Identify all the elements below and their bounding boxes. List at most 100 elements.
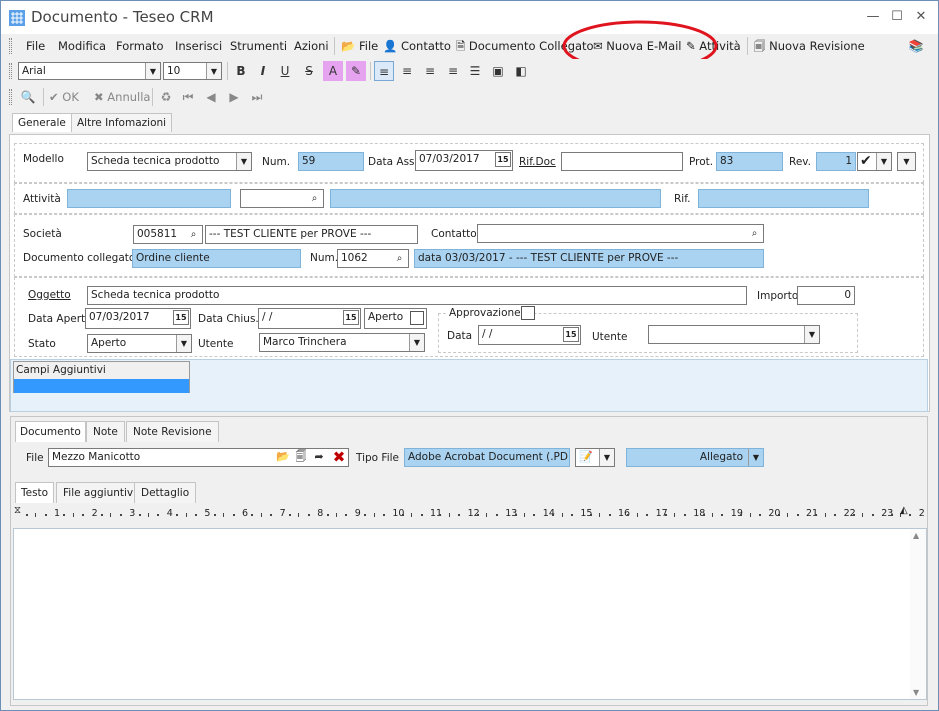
doc-collegato-field[interactable]: Ordine cliente	[132, 249, 301, 268]
rev-dropdown[interactable]: ▼	[897, 152, 916, 171]
contatto-field[interactable]: ⌕	[477, 224, 764, 243]
send-file-icon[interactable]: ➦	[311, 447, 327, 467]
bold-button[interactable]: B	[231, 61, 251, 81]
lookup-icon[interactable]: ⌕	[307, 191, 322, 206]
font-select[interactable]: Arial ▼	[18, 62, 161, 80]
doc-desc-field[interactable]: data 03/03/2017 - --- TEST CLIENTE per P…	[414, 249, 764, 268]
indent-marker-icon[interactable]: ⧖	[14, 505, 21, 516]
data-chius-field[interactable]: / /15	[258, 308, 361, 329]
approvazione-checkbox[interactable]	[521, 306, 535, 320]
allegato-select[interactable]: Allegato ▼	[626, 448, 764, 467]
last-record-icon[interactable]: ⏭	[247, 87, 267, 107]
menu-inserisci[interactable]: Inserisci	[175, 39, 222, 53]
tab-dettaglio[interactable]: Dettaglio	[134, 482, 197, 503]
calendar-icon[interactable]: 15	[343, 310, 359, 325]
menu-formato[interactable]: Formato	[116, 39, 164, 53]
tab-documento[interactable]: Documento	[15, 421, 86, 442]
num-field[interactable]: 59	[298, 152, 364, 171]
align-center-icon[interactable]: ≡	[397, 61, 417, 81]
lookup-icon[interactable]: ⌕	[747, 226, 762, 241]
highlight-button[interactable]: ✎	[346, 61, 366, 81]
justify-icon[interactable]: ≡	[443, 61, 463, 81]
rif-field[interactable]	[698, 189, 869, 208]
chevron-down-icon[interactable]: ▼	[876, 153, 891, 170]
chevron-down-icon[interactable]: ▼	[898, 153, 915, 170]
aperto-checkbox[interactable]	[410, 311, 424, 325]
align-left-icon[interactable]: ≡	[374, 61, 394, 81]
tab-altre-informazioni[interactable]: Altre Infomazioni	[71, 113, 173, 132]
tipo-file-field[interactable]: Adobe Acrobat Document (.PDF)	[404, 448, 570, 467]
chevron-down-icon[interactable]: ▼	[236, 153, 251, 170]
menu-azioni[interactable]: Azioni	[294, 39, 329, 53]
right-indent-marker-icon[interactable]: ◭	[900, 505, 908, 516]
edit-file-button[interactable]: 📝 ▼	[575, 448, 615, 467]
action-nuova-revisione-button[interactable]: 🗐 Nuova Revisione	[754, 39, 865, 58]
action-file-button[interactable]: 📂 File	[341, 39, 378, 53]
chevron-down-icon[interactable]: ▼	[176, 335, 191, 352]
chevron-down-icon[interactable]: ▼	[145, 63, 160, 79]
data-ass-field[interactable]: 07/03/2017 15	[415, 150, 513, 171]
chevron-down-icon[interactable]: ▼	[804, 326, 819, 343]
stato-select[interactable]: Aperto ▼	[87, 334, 192, 353]
attivita-field[interactable]	[67, 189, 231, 208]
previous-record-icon[interactable]: ◀	[201, 87, 221, 107]
chevron-down-icon[interactable]: ▼	[748, 449, 763, 466]
menu-strumenti[interactable]: Strumenti	[230, 39, 287, 53]
chevron-down-icon[interactable]: ▼	[206, 63, 221, 79]
close-button[interactable]: ✕	[911, 7, 931, 27]
action-contatto-button[interactable]: 👤 Contatto	[383, 39, 451, 53]
campi-aggiuntivi-row[interactable]	[14, 379, 189, 393]
calendar-icon[interactable]: 15	[173, 310, 189, 325]
chevron-down-icon[interactable]: ▼	[599, 449, 614, 466]
doc-num-field[interactable]: 1062 ⌕	[337, 249, 409, 268]
prot-field[interactable]: 83	[716, 152, 783, 171]
strikethrough-button[interactable]: S	[299, 61, 319, 81]
next-record-icon[interactable]: ▶	[224, 87, 244, 107]
search-icon[interactable]: 🔍	[18, 87, 38, 107]
attivita-lookup[interactable]: ⌕	[240, 189, 324, 208]
maximize-button[interactable]: ☐	[887, 7, 907, 27]
copy-file-icon[interactable]: 🗐	[293, 447, 309, 467]
first-record-icon[interactable]: ⏮	[178, 87, 198, 107]
lookup-icon[interactable]: ⌕	[186, 227, 201, 242]
societa-code-field[interactable]: 005811 ⌕	[133, 225, 203, 244]
ok-button[interactable]: ✔ OK	[49, 90, 79, 104]
menu-modifica[interactable]: Modifica	[58, 39, 106, 53]
toolbar-grip[interactable]	[9, 38, 12, 54]
annulla-button[interactable]: ✖ Annulla	[94, 90, 150, 104]
menu-file[interactable]: File	[26, 39, 45, 53]
vertical-scrollbar[interactable]: ▲ ▼	[910, 529, 926, 699]
tab-note-revisione[interactable]: Note Revisione	[126, 421, 219, 442]
underline-button[interactable]: U	[275, 61, 295, 81]
attivita-desc-field[interactable]	[330, 189, 661, 208]
approvazione-utente-select[interactable]: ▼	[648, 325, 820, 344]
modello-select[interactable]: Scheda tecnica prodotto ▼	[87, 152, 252, 171]
font-color-button[interactable]: A	[323, 61, 343, 81]
campi-aggiuntivi-grid[interactable]: Campi Aggiuntivi	[13, 361, 190, 393]
aperto-checkbox-group[interactable]: Aperto	[364, 308, 427, 329]
rifdoc-link[interactable]: Rif.Doc	[519, 156, 556, 168]
lookup-icon[interactable]: ⌕	[392, 251, 407, 266]
data-apert-field[interactable]: 07/03/2017 15	[85, 308, 191, 329]
text-editor[interactable]: ▲ ▼	[13, 528, 927, 700]
oggetto-field[interactable]: Scheda tecnica prodotto	[87, 286, 747, 305]
insert-image-icon[interactable]: ▣	[488, 61, 508, 81]
tab-testo[interactable]: Testo	[15, 482, 55, 503]
refresh-icon[interactable]: ♻	[156, 87, 176, 107]
rifdoc-field[interactable]	[561, 152, 683, 171]
tab-file-aggiuntivi[interactable]: File aggiuntivi	[56, 482, 144, 503]
utente-select[interactable]: Marco Trinchera ▼	[259, 333, 425, 352]
book-icon[interactable]: 📚	[906, 36, 926, 56]
tab-note[interactable]: Note	[86, 421, 125, 442]
societa-name-field[interactable]: --- TEST CLIENTE per PROVE ---	[205, 225, 418, 244]
font-size-select[interactable]: 10 ▼	[163, 62, 222, 80]
ruler[interactable]: 1 2 3 4 5 6 7 8 9 10 11 12 13 14 15 16 17 18 19 20 21 22 23 2 ⧖…	[13, 504, 925, 526]
bullet-list-icon[interactable]: ☰	[465, 61, 485, 81]
rev-field[interactable]: 1	[816, 152, 856, 171]
importo-field[interactable]: 0	[797, 286, 855, 305]
scroll-up-icon[interactable]: ▲	[913, 531, 919, 540]
rev-approve-button[interactable]: ✔ ▼	[857, 152, 892, 171]
calendar-icon[interactable]: 15	[495, 152, 511, 167]
delete-icon[interactable]: ✖	[330, 447, 348, 467]
align-right-icon[interactable]: ≡	[420, 61, 440, 81]
